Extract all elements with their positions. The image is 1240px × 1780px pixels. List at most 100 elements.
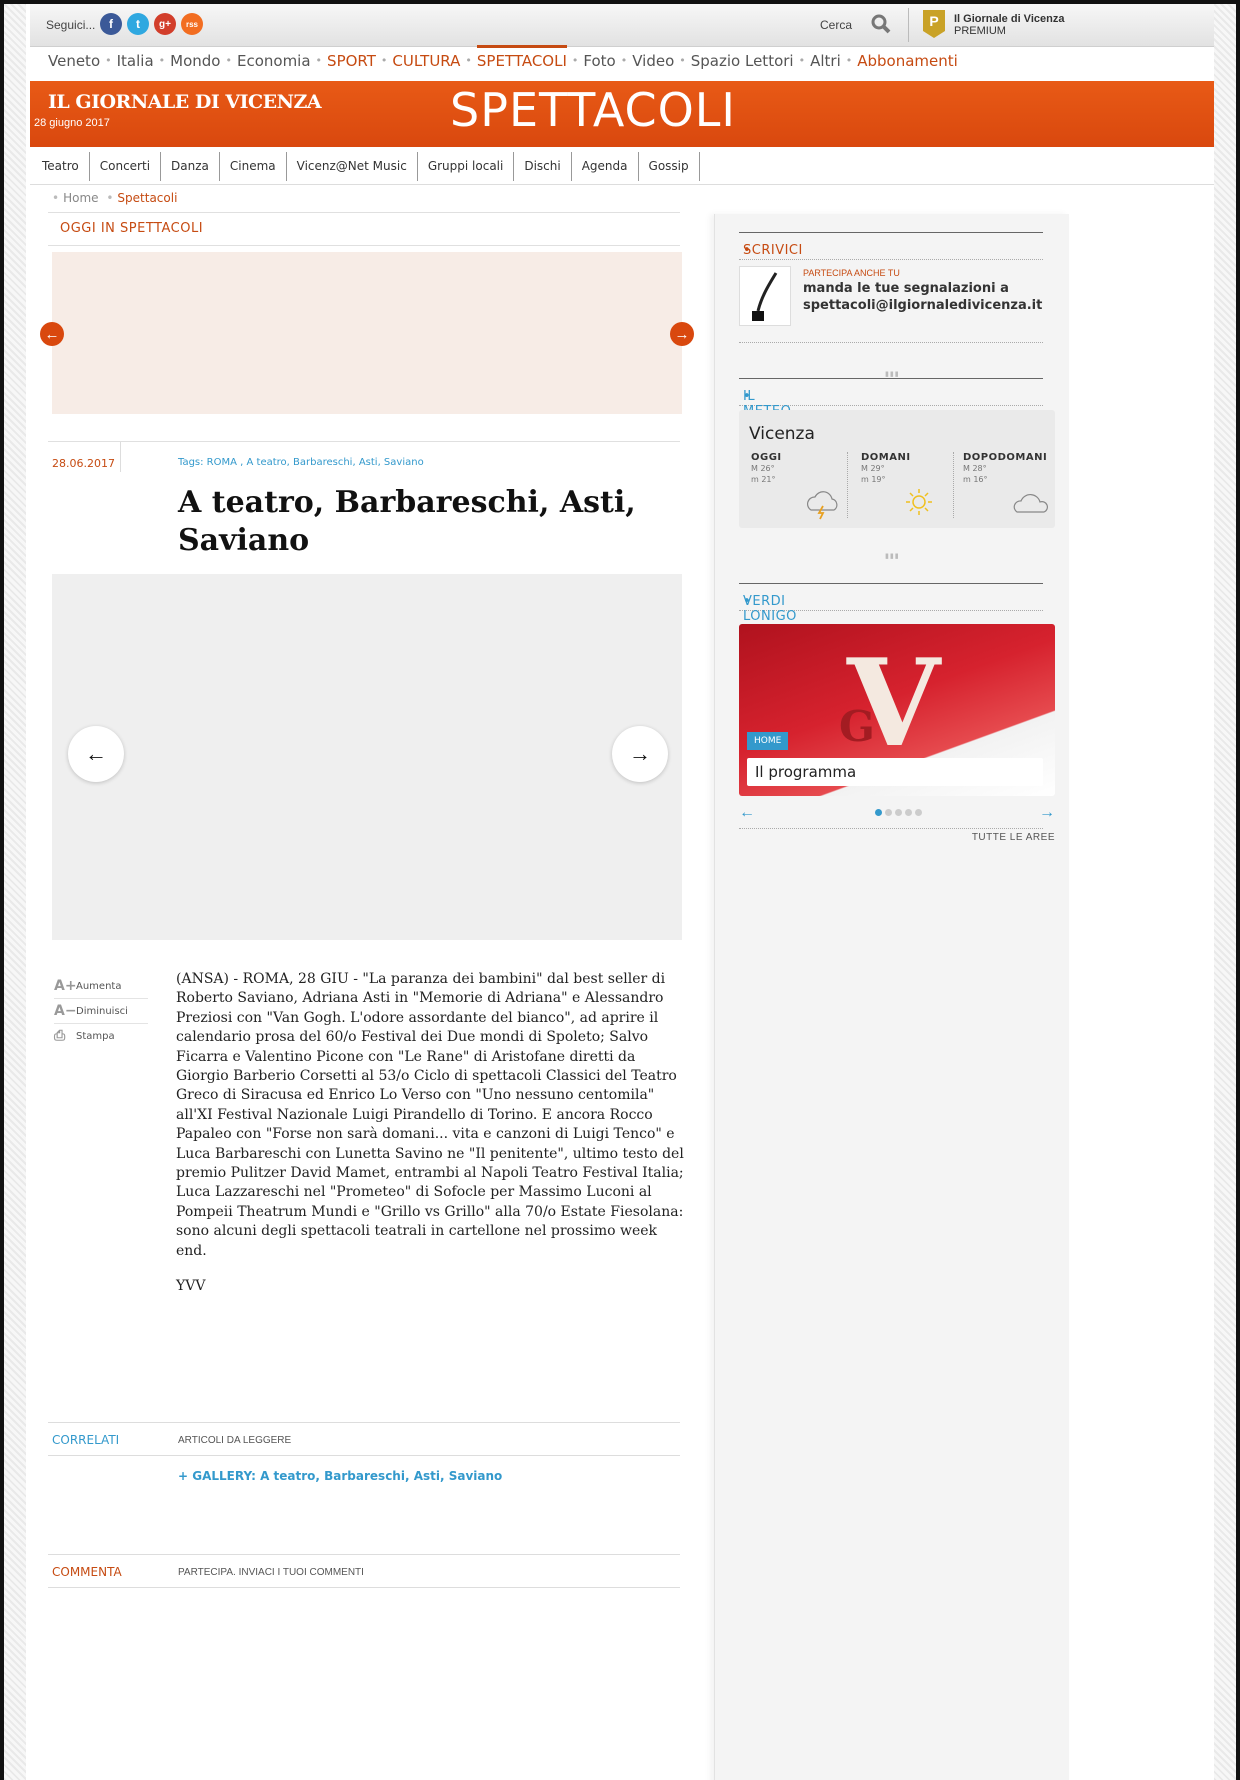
scrivici-title: SCRIVICI (743, 243, 803, 258)
weather-city: Vicenza (749, 424, 815, 444)
subnav-vicenzanet-music[interactable]: Vicenz@Net Music (287, 152, 418, 181)
nav-italia[interactable]: Italia (117, 52, 154, 70)
print-button[interactable]: ⎙ Stampa (54, 1024, 148, 1048)
tool-label: Aumenta (76, 980, 122, 992)
nav-veneto[interactable]: Veneto (48, 52, 100, 70)
subnav-dischi[interactable]: Dischi (514, 152, 572, 181)
breadcrumb-home[interactable]: Home (63, 191, 98, 205)
slider-dot[interactable] (915, 809, 922, 816)
weather-day-after-tomorrow: DOPODOMANI M 28° m 16° (963, 452, 1047, 485)
gallery-prev-arrow-icon[interactable]: ← (68, 726, 124, 782)
facebook-icon[interactable]: f (100, 13, 122, 35)
scrivici-tag: PARTECIPA ANCHE TU (803, 268, 900, 278)
twitter-icon[interactable]: t (127, 13, 149, 35)
verdi-lonigo-slide[interactable]: V G HOME Il programma (739, 624, 1055, 796)
separator-mark: ▮▮▮ (885, 371, 900, 378)
nav-video[interactable]: Video (632, 52, 674, 70)
weather-min: m 21° (751, 475, 776, 484)
oggi-title: OGGI IN SPETTACOLI (60, 221, 204, 236)
weather-day-label: DOMANI (861, 452, 911, 463)
tool-label: Diminuisci (76, 1005, 128, 1017)
font-decrease-icon: A− (54, 1003, 77, 1019)
weather-max: M 29° (861, 464, 885, 473)
carousel-next-arrow-icon[interactable]: → (670, 322, 694, 346)
related-gallery-link[interactable]: + GALLERY: A teatro, Barbareschi, Asti, … (178, 1469, 502, 1483)
gallery-next-arrow-icon[interactable]: → (612, 726, 668, 782)
nav-cultura[interactable]: CULTURA (392, 52, 460, 70)
scrivici-box[interactable]: PARTECIPA ANCHE TU manda le tue segnalaz… (739, 266, 1043, 326)
increase-font-button[interactable]: A+ Aumenta (54, 974, 148, 999)
verdi-header: • VERDI LONIGO (739, 583, 1043, 624)
slider-dot[interactable] (905, 809, 912, 816)
nav-abbonamenti[interactable]: Abbonamenti (857, 52, 958, 70)
article-tags[interactable]: Tags: ROMA , A teatro, Barbareschi, Asti… (178, 457, 424, 468)
weather-widget[interactable]: Vicenza OGGI M 26° m 21° DOMANI M 29° m … (739, 410, 1055, 528)
commenta-label: COMMENTA (52, 1565, 122, 1579)
meta-divider (120, 442, 121, 472)
article-meta: 28.06.2017 Tags: ROMA , A teatro, Barbar… (48, 441, 680, 474)
nav-economia[interactable]: Economia (237, 52, 311, 70)
weather-day-label: DOPODOMANI (963, 452, 1048, 463)
all-areas-link[interactable]: TUTTE LE AREE (739, 832, 1055, 843)
subnav-danza[interactable]: Danza (161, 152, 220, 181)
slider-nav: ← → (739, 804, 1055, 824)
oggi-header: OGGI IN SPETTACOLI (48, 212, 680, 246)
scrivici-email[interactable]: spettacoli@ilgiornaledivicenza.it (803, 297, 1042, 314)
banner-date: 28 giugno 2017 (34, 117, 110, 129)
cloud-icon (1013, 493, 1048, 513)
decrease-font-button[interactable]: A− Diminuisci (54, 999, 148, 1024)
sub-nav: Teatro Concerti Danza Cinema Vicenz@Net … (30, 149, 1214, 185)
follow-label: Seguici... (46, 18, 96, 32)
breadcrumb-current: Spettacoli (117, 191, 178, 205)
slider-dot[interactable] (885, 809, 892, 816)
premium-subtitle: PREMIUM (954, 25, 1006, 37)
correlati-label: CORRELATI (52, 1433, 120, 1447)
weather-min: m 16° (963, 475, 988, 484)
nav-mondo[interactable]: Mondo (170, 52, 220, 70)
search-label[interactable]: Cerca (820, 18, 852, 32)
article-paragraph: (ANSA) - ROMA, 28 GIU - "La paranza dei … (176, 971, 684, 1259)
commenta-subtitle: PARTECIPA. INVIACI I TUOI COMMENTI (178, 1567, 364, 1578)
rss-icon[interactable]: rss (181, 13, 203, 35)
weather-max: M 28° (963, 464, 987, 473)
nav-sport[interactable]: SPORT (327, 52, 376, 70)
background-pattern-right (1214, 4, 1236, 1780)
subnav-concerti[interactable]: Concerti (90, 152, 162, 181)
nav-spettacoli[interactable]: SPETTACOLI (476, 45, 567, 70)
search-icon[interactable] (870, 13, 892, 35)
slider-dot[interactable] (875, 809, 882, 816)
weather-day-today: OGGI M 26° m 21° (751, 452, 782, 485)
home-badge[interactable]: HOME (747, 732, 789, 750)
subnav-cinema[interactable]: Cinema (220, 152, 287, 181)
article-date: 28.06.2017 (52, 457, 115, 470)
subnav-gossip[interactable]: Gossip (639, 152, 700, 181)
verdi-title: VERDI LONIGO (743, 594, 797, 624)
carousel-prev-arrow-icon[interactable]: ← (40, 322, 64, 346)
site-logo[interactable]: IL GIORNALE DI VICENZA (48, 91, 322, 113)
article-signature: YVV (176, 1278, 206, 1295)
weather-min: m 19° (861, 475, 886, 484)
article-body: (ANSA) - ROMA, 28 GIU - "La paranza dei … (176, 970, 688, 1313)
divider (739, 342, 1043, 343)
oggi-carousel (52, 252, 682, 414)
subnav-teatro[interactable]: Teatro (30, 152, 90, 181)
subnav-agenda[interactable]: Agenda (572, 152, 639, 181)
slide-caption[interactable]: Il programma (747, 758, 1043, 786)
nav-foto[interactable]: Foto (583, 52, 615, 70)
nav-altri[interactable]: Altri (810, 52, 841, 70)
top-bar: Seguici... f t g+ rss Cerca P Il Giornal… (30, 4, 1214, 47)
separator-mark: ▮▮▮ (885, 553, 900, 560)
premium-badge-icon[interactable]: P (923, 10, 945, 38)
article-headline: A teatro, Barbareschi, Asti, Saviano (178, 485, 636, 558)
subnav-gruppi-locali[interactable]: Gruppi locali (418, 152, 515, 181)
nav-spazio-lettori[interactable]: Spazio Lettori (691, 52, 794, 70)
meteo-header: •IL METEO (739, 378, 1043, 419)
slider-dot[interactable] (895, 809, 902, 816)
gdv-logo-image-g: G (839, 702, 875, 751)
slider-prev-arrow-icon[interactable]: ← (739, 804, 755, 822)
premium-title: Il Giornale di Vicenza (954, 13, 1065, 25)
google-plus-icon[interactable]: g+ (154, 13, 176, 35)
main-nav: Veneto • Italia • Mondo • Economia • SPORT • … (48, 45, 958, 70)
slider-next-arrow-icon[interactable]: → (1039, 804, 1055, 822)
premium-link[interactable]: Il Giornale di Vicenza PREMIUM (954, 13, 1064, 37)
